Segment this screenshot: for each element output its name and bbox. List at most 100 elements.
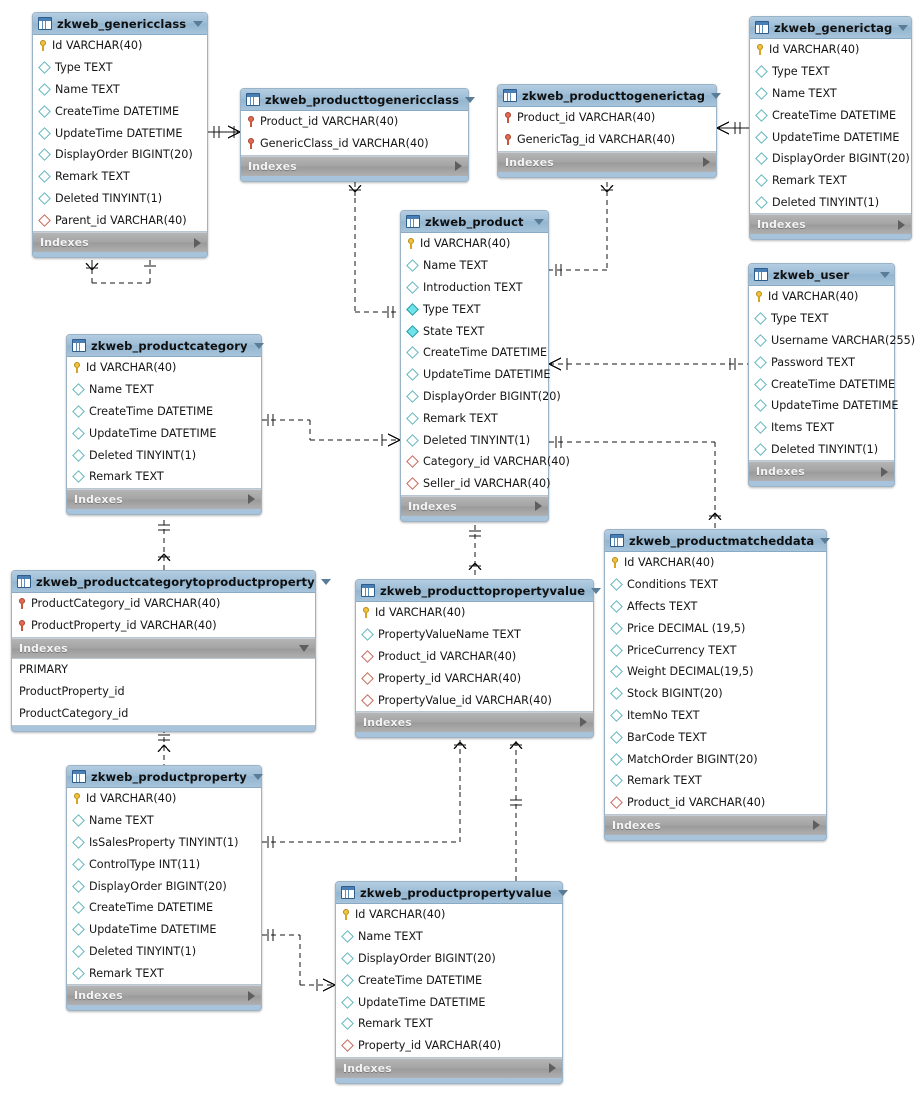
column-row[interactable]: ProductProperty_id VARCHAR(40) [12, 615, 315, 637]
column-row[interactable]: UpdateTime DATETIME [749, 395, 898, 417]
column-row[interactable]: UpdateTime DATETIME [67, 919, 261, 941]
column-row[interactable]: Remark TEXT [67, 466, 261, 488]
column-row[interactable]: CreateTime DATETIME [401, 342, 548, 364]
column-row[interactable]: CreateTime DATETIME [67, 401, 261, 423]
column-row[interactable]: CreateTime DATETIME [33, 100, 207, 122]
column-row[interactable]: Name TEXT [336, 926, 562, 948]
column-row[interactable]: Type TEXT [401, 298, 548, 320]
chevron-right-icon[interactable] [813, 820, 820, 831]
indexes-toggle[interactable]: Indexes [605, 814, 826, 835]
indexes-toggle[interactable]: Indexes [241, 155, 468, 176]
column-row[interactable]: CreateTime DATETIME [749, 373, 895, 395]
chevron-down-icon[interactable] [711, 92, 722, 99]
column-row[interactable]: Product_id VARCHAR(40) [241, 111, 468, 133]
index-item[interactable]: ProductProperty_id [12, 681, 315, 703]
column-row[interactable]: Product_id VARCHAR(40) [498, 107, 716, 129]
chevron-right-icon[interactable] [549, 1063, 556, 1074]
table-zkweb_productproperty[interactable]: zkweb_productproperty Id VARCHAR(40) Name … [66, 765, 263, 1012]
table-zkweb_product[interactable]: zkweb_product Id VARCHAR(40) Name TEXT Intr… [400, 210, 570, 522]
column-row[interactable]: Property_id VARCHAR(40) [336, 1035, 562, 1057]
indexes-toggle[interactable]: Indexes [749, 461, 894, 482]
column-row[interactable]: Id VARCHAR(40) [33, 35, 207, 57]
chevron-down-icon[interactable] [880, 271, 890, 278]
column-row[interactable]: Items TEXT [749, 417, 894, 439]
indexes-toggle[interactable]: Indexes [67, 488, 261, 509]
chevron-right-icon[interactable] [580, 717, 587, 728]
column-row[interactable]: CreateTime DATETIME [750, 104, 911, 126]
column-row[interactable]: DisplayOrder BIGINT(20) [401, 386, 561, 408]
column-row[interactable]: Username VARCHAR(255) [749, 330, 915, 352]
column-row[interactable]: DisplayOrder BIGINT(20) [33, 144, 207, 166]
column-row[interactable]: Id VARCHAR(40) [750, 39, 911, 61]
table-zkweb_productmatcheddata[interactable]: zkweb_productmatcheddata Id VARCHAR(40) Co… [604, 529, 831, 841]
column-row[interactable]: GenericTag_id VARCHAR(40) [498, 129, 716, 151]
column-row[interactable]: Type TEXT [33, 57, 207, 79]
chevron-down-icon[interactable] [252, 773, 263, 780]
table-zkweb_productpropertyvalue[interactable]: zkweb_productpropertyvalue Id VARCHAR(40)… [335, 881, 568, 1084]
chevron-down-icon[interactable] [193, 20, 203, 27]
column-row[interactable]: Affects TEXT [605, 596, 826, 618]
column-row[interactable]: Name TEXT [67, 379, 261, 401]
column-row[interactable]: Stock BIGINT(20) [605, 683, 826, 705]
column-row[interactable]: PropertyValueName TEXT [356, 624, 593, 646]
column-row[interactable]: Id VARCHAR(40) [67, 788, 261, 810]
chevron-down-icon[interactable] [820, 537, 831, 544]
chevron-down-icon[interactable] [557, 889, 568, 896]
column-row[interactable]: IsSalesProperty TINYINT(1) [67, 832, 261, 854]
column-row[interactable]: Remark TEXT [336, 1013, 562, 1035]
column-row[interactable]: Deleted TINYINT(1) [401, 429, 548, 451]
column-row[interactable]: Id VARCHAR(40) [356, 602, 593, 624]
indexes-toggle[interactable]: Indexes [67, 985, 261, 1006]
column-row[interactable]: PriceCurrency TEXT [605, 639, 826, 661]
table-header[interactable]: zkweb_generictag [750, 17, 911, 39]
chevron-down-icon[interactable] [534, 218, 544, 225]
column-row[interactable]: Remark TEXT [605, 770, 826, 792]
chevron-right-icon[interactable] [194, 237, 201, 248]
index-item[interactable]: PRIMARY [12, 659, 315, 681]
column-row[interactable]: Name TEXT [67, 810, 261, 832]
chevron-right-icon[interactable] [535, 501, 542, 512]
table-header[interactable]: zkweb_user [749, 264, 894, 286]
table-zkweb_genericclass[interactable]: zkweb_genericclass Id VARCHAR(40) Type TEX… [32, 12, 208, 259]
column-row[interactable]: UpdateTime DATETIME [750, 126, 911, 148]
column-row[interactable]: Id VARCHAR(40) [67, 357, 261, 379]
column-row[interactable]: Deleted TINYINT(1) [750, 192, 911, 214]
chevron-right-icon[interactable] [455, 161, 462, 172]
indexes-toggle[interactable]: Indexes [401, 495, 548, 516]
column-row[interactable]: DisplayOrder BIGINT(20) [750, 148, 911, 170]
column-row[interactable]: Type TEXT [750, 61, 911, 83]
column-row[interactable]: UpdateTime DATETIME [33, 122, 207, 144]
column-row[interactable]: UpdateTime DATETIME [336, 991, 562, 1013]
column-row[interactable]: Remark TEXT [750, 170, 911, 192]
table-header[interactable]: zkweb_genericclass [33, 13, 207, 35]
column-row[interactable]: UpdateTime DATETIME [67, 422, 261, 444]
table-zkweb_productcategory[interactable]: zkweb_productcategory Id VARCHAR(40) Name … [66, 334, 264, 515]
column-row[interactable]: GenericClass_id VARCHAR(40) [241, 133, 468, 155]
column-row[interactable]: Id VARCHAR(40) [336, 904, 562, 926]
column-row[interactable]: Name TEXT [401, 255, 548, 277]
chevron-down-icon[interactable] [591, 587, 602, 594]
column-row[interactable]: Deleted TINYINT(1) [67, 941, 261, 963]
chevron-right-icon[interactable] [248, 990, 255, 1001]
table-header[interactable]: zkweb_productcategory [67, 335, 264, 357]
column-row[interactable]: CreateTime DATETIME [336, 969, 562, 991]
column-row[interactable]: Id VARCHAR(40) [605, 552, 826, 574]
chevron-right-icon[interactable] [881, 466, 888, 477]
column-row[interactable]: Seller_id VARCHAR(40) [401, 473, 550, 495]
table-zkweb_producttogenerictag[interactable]: zkweb_producttogenerictag Product_id VARC… [497, 84, 722, 178]
column-row[interactable]: MatchOrder BIGINT(20) [605, 748, 826, 770]
table-header[interactable]: zkweb_producttogenericclass [241, 89, 476, 111]
column-row[interactable]: Remark TEXT [401, 407, 548, 429]
column-row[interactable]: Deleted TINYINT(1) [67, 444, 261, 466]
column-row[interactable]: Parent_id VARCHAR(40) [33, 209, 207, 231]
column-row[interactable]: Weight DECIMAL(19,5) [605, 661, 826, 683]
column-row[interactable]: Conditions TEXT [605, 574, 826, 596]
column-row[interactable]: Remark TEXT [67, 962, 261, 984]
indexes-toggle[interactable]: Indexes [750, 214, 911, 235]
indexes-toggle[interactable]: Indexes [12, 637, 315, 658]
column-row[interactable]: BarCode TEXT [605, 726, 826, 748]
column-row[interactable]: Property_id VARCHAR(40) [356, 667, 593, 689]
column-row[interactable]: DisplayOrder BIGINT(20) [67, 875, 261, 897]
column-row[interactable]: Product_id VARCHAR(40) [356, 646, 593, 668]
column-row[interactable]: Product_id VARCHAR(40) [605, 792, 826, 814]
